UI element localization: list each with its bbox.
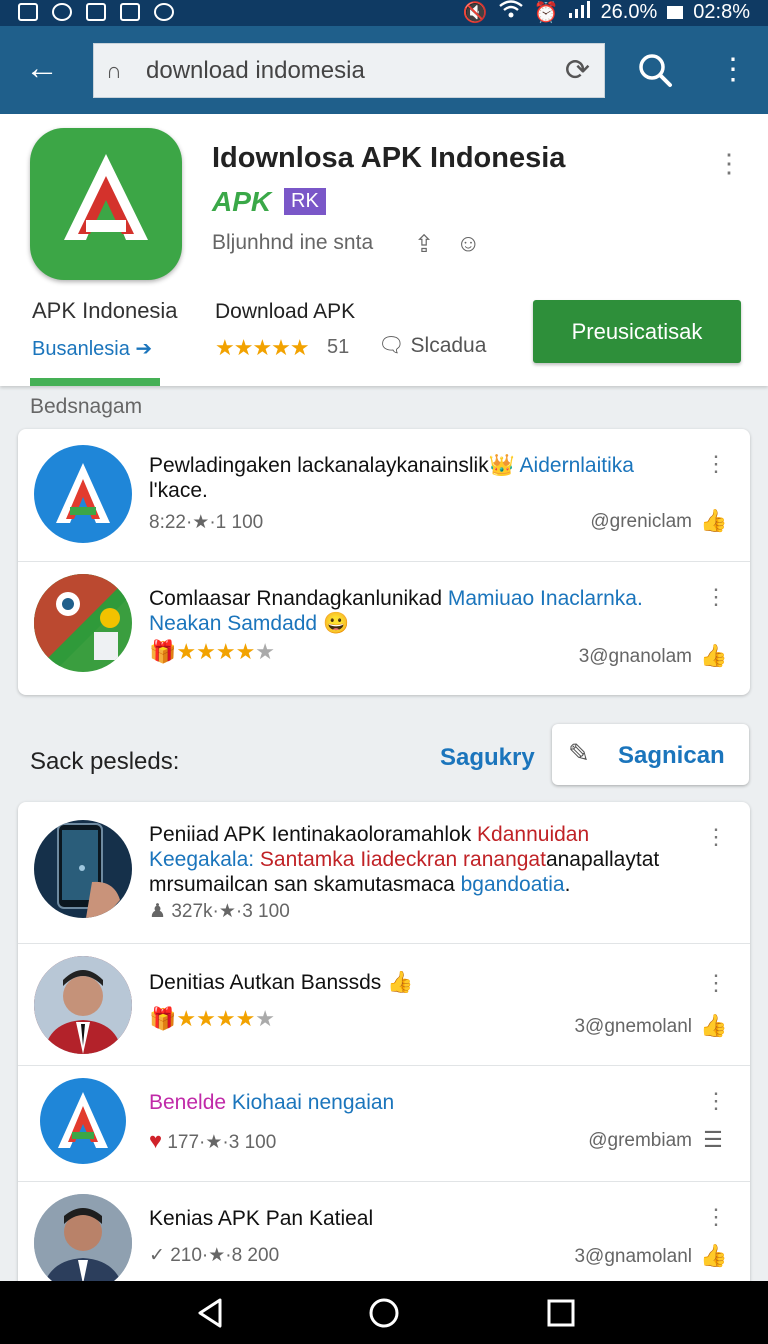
notification-icon xyxy=(18,3,38,21)
sort-label: Sack pesleds: xyxy=(30,748,180,775)
top-list-card: Pewladingaken lackanalaykanainslik👑 Aide… xyxy=(18,429,750,695)
nav-back-icon[interactable] xyxy=(192,1297,228,1329)
item-thumbnail xyxy=(40,1078,126,1164)
url-bar[interactable]: ∩ download indomesia ⟳ xyxy=(93,43,605,98)
lock-icon: ∩ xyxy=(106,58,122,83)
pen-icon: ✎ xyxy=(568,738,590,768)
item-title: Denitias Autkan Banssds 👍 xyxy=(149,971,414,994)
rating-badge: RK xyxy=(284,188,326,215)
item-title: Kenias APK Pan Katieal xyxy=(149,1207,374,1230)
back-arrow-icon[interactable]: ← xyxy=(22,48,62,88)
clock: 02:8% xyxy=(693,0,750,23)
reviews-label: Slcadua xyxy=(410,334,487,357)
battery-icon xyxy=(667,5,684,19)
list-item[interactable]: Kenias APK Pan Katieal ✓ 210·★·8 200 3@g… xyxy=(18,1182,750,1292)
install-button[interactable]: Preusicatisak xyxy=(533,300,741,363)
sort-button-label: Sagnican xyxy=(618,742,725,769)
battery-percent: 26.0% xyxy=(600,0,658,23)
nav-recents-icon[interactable] xyxy=(543,1297,579,1329)
thumbs-up-icon[interactable]: 👍 xyxy=(700,1013,727,1039)
share-icon[interactable]: ⇪ xyxy=(414,230,434,259)
system-nav-bar xyxy=(0,1281,768,1344)
item-stat: 3@gnanolam xyxy=(578,646,692,667)
list-icon[interactable]: ☰ xyxy=(700,1127,726,1153)
alarm-icon: ⏰ xyxy=(533,1,559,24)
notification-icon xyxy=(52,3,72,21)
overflow-menu-icon[interactable]: ⋮ xyxy=(718,52,748,92)
item-rating: 🎁★★★★★ xyxy=(149,1006,276,1031)
notification-icon xyxy=(120,3,140,21)
item-rating: 🎁★★★★★ xyxy=(149,639,276,664)
signal-icon xyxy=(568,0,591,24)
item-thumbnail xyxy=(34,574,132,672)
gift-icon: 🎁 xyxy=(149,1006,177,1031)
apk-tag: APK xyxy=(212,186,272,217)
gift-icon: 🎁 xyxy=(149,639,177,664)
download-label: Download APK xyxy=(215,300,356,323)
more-icon[interactable]: ⋮ xyxy=(705,1204,727,1230)
list-item[interactable]: Pewladingaken lackanalaykanainslik👑 Aide… xyxy=(18,429,750,562)
item-stat: @grembiam xyxy=(588,1130,692,1151)
list-item[interactable]: Denitias Autkan Banssds 👍 🎁★★★★★ 3@gnemo… xyxy=(18,944,750,1066)
item-thumbnail xyxy=(34,445,132,543)
rating-value: 51 xyxy=(327,336,350,358)
app-subtitle: Bljunhnd ine snta xyxy=(212,231,374,254)
rating-stars: ★★★★★ xyxy=(215,335,310,360)
sort-button[interactable]: ✎ Sagnican xyxy=(552,724,749,785)
item-stat: @greniclam xyxy=(590,511,692,532)
browser-toolbar: ← ∩ download indomesia ⟳ ⋮ xyxy=(0,26,768,114)
more-icon[interactable]: ⋮ xyxy=(716,148,742,179)
list-item[interactable]: Benelde Kiohaai nengaian ♥ 177·★·3 100 @… xyxy=(18,1066,750,1182)
item-title: Pewladingaken lackanalaykanainslik👑 Aide… xyxy=(149,454,634,502)
item-meta: ♟ 327k·★·3 100 xyxy=(149,901,290,922)
item-thumbnail xyxy=(34,820,132,918)
reviews-link[interactable]: 🗨 Slcadua xyxy=(378,334,486,358)
notification-icon xyxy=(154,3,174,21)
item-meta: 8:22·★·1 100 xyxy=(149,512,264,533)
developer-name: APK Indonesia xyxy=(32,298,178,323)
item-meta: ✓ 210·★·8 200 xyxy=(149,1245,280,1266)
app-icon xyxy=(30,128,182,280)
item-stat: 3@gnamolanl xyxy=(574,1246,692,1267)
nav-home-icon[interactable] xyxy=(366,1297,402,1329)
reload-icon[interactable]: ⟳ xyxy=(565,53,590,88)
sort-link[interactable]: Sagukry xyxy=(440,744,535,772)
more-icon[interactable]: ⋮ xyxy=(705,451,727,477)
app-title: Idownlosa APK Indonesia xyxy=(212,142,566,174)
comment-icon: 🗨 xyxy=(378,334,405,357)
developer-link[interactable]: Busanlesia ➔ xyxy=(32,336,152,361)
more-icon[interactable]: ⋮ xyxy=(705,970,727,996)
app-header: Idownlosa APK Indonesia ⋮ APK RK Bljunhn… xyxy=(0,114,768,386)
smiley-icon[interactable]: ☺ xyxy=(456,230,481,258)
notification-icon xyxy=(86,3,106,21)
person-icon: ♟ xyxy=(149,901,167,922)
item-thumbnail xyxy=(34,1194,132,1292)
more-icon[interactable]: ⋮ xyxy=(705,584,727,610)
section-title: Bedsnagam xyxy=(30,395,143,418)
url-text[interactable]: download indomesia xyxy=(146,57,365,85)
bottom-list-card: Peniiad APK Ientinakaoloramahlok Kdannui… xyxy=(18,802,750,1292)
thumbs-up-icon[interactable]: 👍 xyxy=(700,1243,727,1269)
thumbs-up-icon[interactable]: 👍 xyxy=(700,508,727,534)
item-title: Benelde Kiohaai nengaian xyxy=(149,1091,395,1114)
item-title: Comlaasar Rnandagkanlunikad Mamiuao Inac… xyxy=(149,587,643,635)
tab-indicator xyxy=(30,378,160,386)
more-icon[interactable]: ⋮ xyxy=(705,824,727,850)
search-icon[interactable] xyxy=(636,50,676,90)
list-item[interactable]: Peniiad APK Ientinakaoloramahlok Kdannui… xyxy=(18,802,750,944)
heart-icon: ♥ xyxy=(149,1128,163,1153)
item-stat: 3@gnemolanl xyxy=(574,1016,692,1037)
more-icon[interactable]: ⋮ xyxy=(705,1088,727,1114)
wifi-icon xyxy=(498,0,524,25)
mute-icon: 🔇 xyxy=(462,1,488,24)
status-bar: 🔇 ⏰ 26.0% 02:8% xyxy=(0,0,768,26)
like-icon: ✓ xyxy=(149,1245,165,1266)
item-thumbnail xyxy=(34,956,132,1054)
item-title: Peniiad APK Ientinakaoloramahlok Kdannui… xyxy=(149,823,660,896)
item-meta: ♥ 177·★·3 100 xyxy=(149,1128,277,1153)
thumbs-up-icon[interactable]: 👍 xyxy=(700,643,727,669)
list-item[interactable]: Comlaasar Rnandagkanlunikad Mamiuao Inac… xyxy=(18,562,750,695)
